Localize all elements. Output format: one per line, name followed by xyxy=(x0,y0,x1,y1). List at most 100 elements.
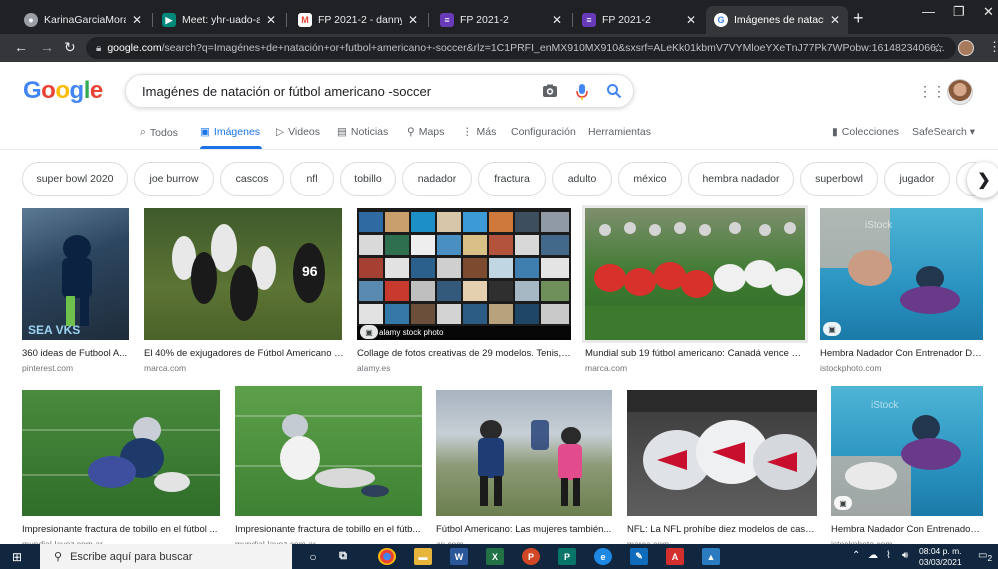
result-caption[interactable]: Collage de fotos creativas de 29 modelos… xyxy=(357,348,571,359)
address-bar[interactable]: 🔒︎ google.com /search?q=Imagénes+de+nata… xyxy=(86,37,956,59)
forward-icon[interactable]: → xyxy=(40,39,54,55)
result-caption[interactable]: Hembra Nadador Con Entrenador De ... xyxy=(820,348,983,359)
chip[interactable]: méxico xyxy=(618,162,682,196)
chip[interactable]: tobillo xyxy=(340,162,396,196)
pen-app-icon[interactable]: ✎ xyxy=(630,548,648,565)
chevron-right-icon[interactable]: ❯ xyxy=(967,162,998,198)
result-thumbnail[interactable]: iStock ▣ xyxy=(831,386,983,516)
cloud-icon[interactable]: ☁ xyxy=(868,550,878,561)
volume-icon[interactable]: 🔊︎ xyxy=(902,550,908,561)
chip[interactable]: jugador xyxy=(884,162,950,196)
minimize-icon[interactable]: — xyxy=(922,4,935,19)
browser-tab[interactable]: ▶ Meet: yhr-uado-ao ✕ xyxy=(154,6,284,34)
browser-tab[interactable]: M FP 2021-2 - dannyboy. ✕ xyxy=(290,6,426,34)
chip[interactable]: fractura xyxy=(478,162,546,196)
account-avatar[interactable] xyxy=(947,79,973,105)
result-caption[interactable]: NFL: La NFL prohíbe diez modelos de casc… xyxy=(627,524,817,535)
tab-noticias[interactable]: ▤ Noticias xyxy=(337,126,388,138)
browser-tab-active[interactable]: G Imágenes de natación ✕ xyxy=(706,6,848,34)
tab-videos[interactable]: ▷ Videos xyxy=(276,126,320,138)
profile-avatar[interactable] xyxy=(958,40,974,56)
close-tab-icon[interactable]: ✕ xyxy=(132,13,142,27)
network-icon[interactable]: ⌇ xyxy=(886,550,891,561)
close-tab-icon[interactable]: ✕ xyxy=(552,13,562,27)
close-tab-icon[interactable]: ✕ xyxy=(686,13,696,27)
show-hidden-icons[interactable]: ⌃ xyxy=(852,550,860,561)
edge-icon[interactable]: e xyxy=(594,548,612,565)
browser-tab[interactable]: ≡ FP 2021-2 ✕ xyxy=(574,6,704,34)
forms-icon: ≡ xyxy=(582,13,596,27)
new-tab-button[interactable]: + xyxy=(853,8,864,29)
result-caption[interactable]: 360 ideas de Futbool A... xyxy=(22,348,132,359)
result-caption[interactable]: Impresionante fractura de tobillo en el … xyxy=(22,524,220,535)
google-logo[interactable]: Google xyxy=(23,77,103,105)
settings-link[interactable]: Configuración xyxy=(511,126,576,138)
chip[interactable]: superbowl xyxy=(800,162,878,196)
clock[interactable]: 08:04 p. m. 03/03/2021 xyxy=(919,546,962,568)
result-thumbnail[interactable] xyxy=(627,390,817,516)
powerpoint-icon[interactable]: P xyxy=(522,548,540,565)
acrobat-icon[interactable]: A xyxy=(666,548,684,565)
bookmark-star-icon[interactable]: ☆ xyxy=(933,41,944,55)
chip[interactable]: joe burrow xyxy=(134,162,214,196)
result-thumbnail[interactable]: iStock ▣ xyxy=(820,208,983,340)
svg-text:iStock: iStock xyxy=(865,220,893,231)
result-caption[interactable]: Impresionante fractura de tobillo en el … xyxy=(235,524,422,535)
tab-maps[interactable]: ⚲ Maps xyxy=(407,126,444,138)
result-thumbnail[interactable] xyxy=(582,205,808,343)
meet-icon: ▶ xyxy=(162,13,176,27)
tab-imagenes[interactable]: ▣ Imágenes xyxy=(200,126,260,138)
chip[interactable]: nfl xyxy=(290,162,334,196)
result-caption[interactable]: Hembra Nadador Con Entrenador ... xyxy=(831,524,983,535)
windows-start-icon[interactable]: ⊞ xyxy=(12,550,22,564)
result-thumbnail[interactable]: SEA VKS xyxy=(22,208,129,340)
result-thumbnail[interactable] xyxy=(436,390,612,516)
close-window-icon[interactable]: ✕ xyxy=(983,4,994,20)
chip[interactable]: adulto xyxy=(552,162,612,196)
chip[interactable]: super bowl 2020 xyxy=(22,162,128,196)
clock-date: 03/03/2021 xyxy=(919,557,962,567)
chip[interactable]: cascos xyxy=(220,162,284,196)
result-caption[interactable]: El 40% de exjugadores de Fútbol American… xyxy=(144,348,344,359)
publisher-icon[interactable]: P xyxy=(558,548,576,565)
collections-link[interactable]: ▮ Colecciones xyxy=(832,126,899,138)
close-tab-icon[interactable]: ✕ xyxy=(266,13,276,27)
photos-icon[interactable]: ▲ xyxy=(702,548,720,565)
football-game-image: 96 xyxy=(172,224,325,321)
chrome-taskbar-icon[interactable] xyxy=(378,548,396,565)
google-icon: G xyxy=(714,13,728,27)
image-badge-icon: ▣ xyxy=(834,496,852,510)
result-thumbnail[interactable]: alamy stock photo ▣ xyxy=(357,208,571,340)
maximize-icon[interactable]: ❐ xyxy=(953,4,965,20)
browser-tab[interactable]: ● KarinaGarciaMorales-Fi ✕ xyxy=(16,6,150,34)
result-caption[interactable]: Mundial sub 19 fútbol americano: Canadá … xyxy=(585,348,805,359)
close-tab-icon[interactable]: ✕ xyxy=(408,13,418,27)
result-caption[interactable]: Fútbol Americano: Las mujeres también... xyxy=(436,524,612,535)
microphone-icon[interactable] xyxy=(576,83,588,101)
cortana-icon[interactable]: ○ xyxy=(304,548,322,565)
back-icon[interactable]: ← xyxy=(14,39,28,55)
chip[interactable]: hembra nadador xyxy=(688,162,794,196)
file-explorer-icon[interactable]: ▬ xyxy=(414,548,432,565)
notifications-icon[interactable]: ▭2 xyxy=(978,550,992,563)
tab-todos[interactable]: ⌕ Todos xyxy=(140,126,178,139)
tools-link[interactable]: Herramientas xyxy=(588,126,651,138)
camera-search-icon[interactable] xyxy=(542,83,558,99)
task-view-icon[interactable]: ⧉ xyxy=(334,548,352,565)
excel-icon[interactable]: X xyxy=(486,548,504,565)
result-thumbnail[interactable] xyxy=(22,390,220,516)
result-thumbnail[interactable]: 96 xyxy=(144,208,342,340)
tab-mas[interactable]: ⋮ Más xyxy=(462,126,496,138)
close-tab-icon[interactable]: ✕ xyxy=(830,13,840,27)
search-input[interactable]: Imagénes de natación or fútbol americano… xyxy=(125,74,634,108)
tab-separator xyxy=(152,13,153,27)
safesearch-dropdown[interactable]: SafeSearch ▾ xyxy=(912,126,975,138)
reload-icon[interactable]: ↻ xyxy=(64,39,76,56)
word-icon[interactable]: W xyxy=(450,548,468,565)
search-icon[interactable] xyxy=(606,83,622,99)
browser-menu-icon[interactable]: ⋮ xyxy=(988,39,998,55)
browser-tab[interactable]: ≡ FP 2021-2 ✕ xyxy=(432,6,570,34)
chip[interactable]: nadador xyxy=(402,162,472,196)
result-thumbnail[interactable] xyxy=(235,386,422,516)
taskbar-search[interactable]: ⚲ Escribe aquí para buscar xyxy=(40,544,292,569)
